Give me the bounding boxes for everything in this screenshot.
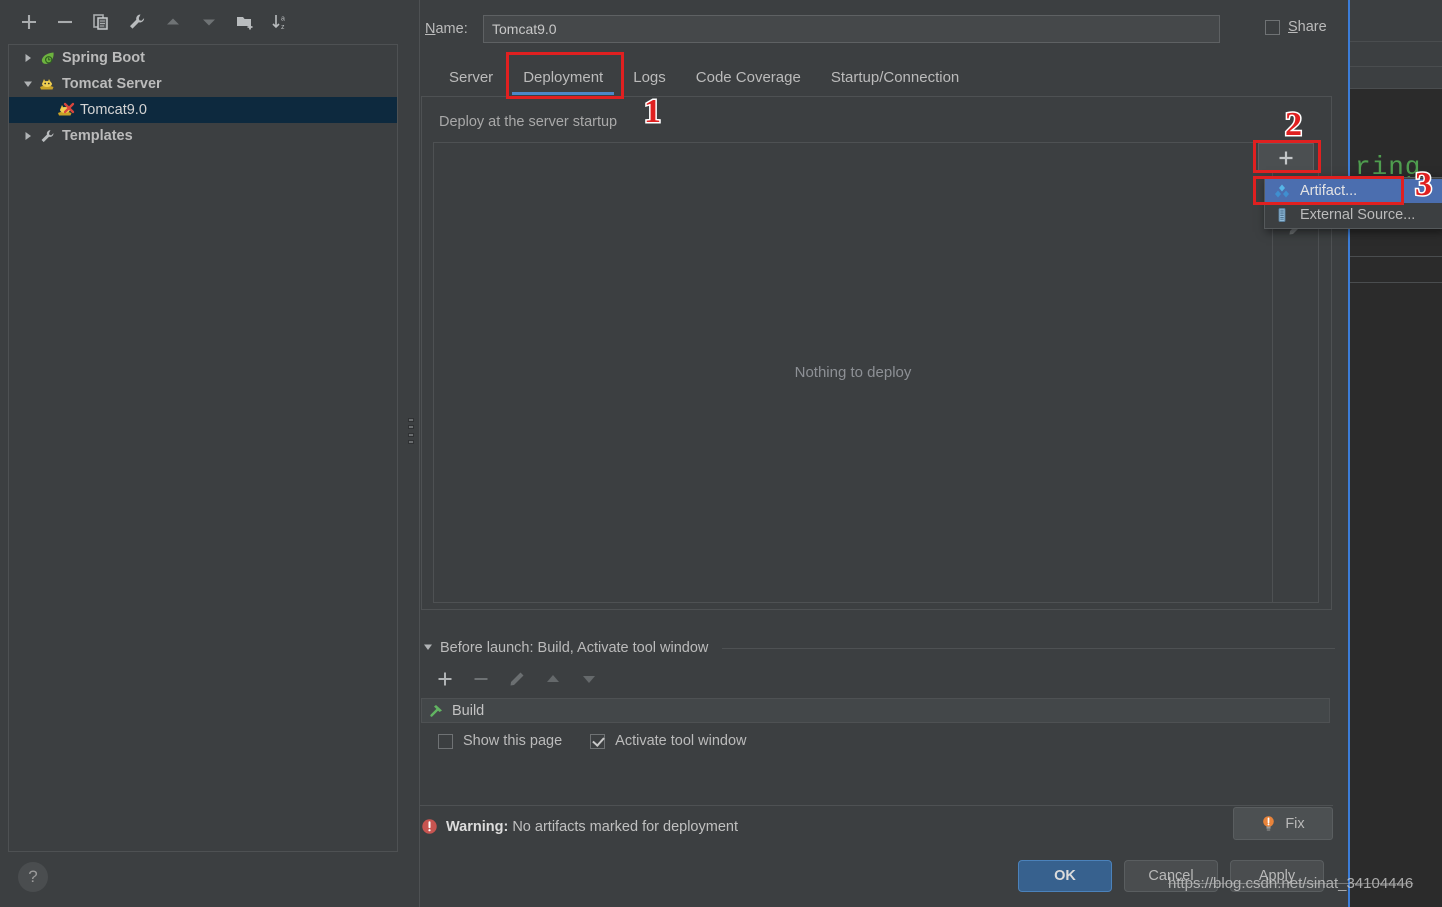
- warning-prefix: Warning:: [446, 819, 508, 835]
- footer-divider: [420, 805, 1333, 806]
- new-folder-icon[interactable]: [234, 11, 256, 33]
- activate-tool-window-checkbox[interactable]: [590, 734, 605, 749]
- tab-server[interactable]: Server: [434, 60, 508, 95]
- share-checkbox-row[interactable]: Share: [1265, 19, 1327, 35]
- tab-startup-connection[interactable]: Startup/Connection: [816, 60, 974, 95]
- wrench-icon[interactable]: [126, 11, 148, 33]
- sort-az-icon[interactable]: a z: [270, 11, 292, 33]
- add-deployment-button[interactable]: [1258, 143, 1314, 172]
- fix-button-label: Fix: [1285, 816, 1304, 832]
- tab-logs[interactable]: Logs: [618, 60, 681, 95]
- deployment-group-title: Deploy at the server startup: [432, 114, 624, 130]
- before-launch-rule: [722, 648, 1335, 649]
- deployment-artifacts-list[interactable]: Nothing to deploy: [433, 142, 1273, 603]
- hammer-icon: [428, 702, 445, 719]
- configuration-tabs[interactable]: Server Deployment Logs Code Coverage Sta…: [434, 60, 974, 95]
- menu-item-external-source[interactable]: External Source...: [1265, 203, 1442, 227]
- configuration-editor-panel: Name: Share Server Deployment Logs Code …: [420, 0, 1348, 907]
- external-source-icon: [1273, 207, 1291, 223]
- tomcat-error-icon: [55, 101, 75, 119]
- tomcat-cat-icon: [37, 75, 57, 93]
- show-this-page-checkbox[interactable]: [438, 734, 453, 749]
- chevron-right-icon[interactable]: [19, 131, 37, 141]
- run-configurations-sidebar: a z Spring Boot: [0, 0, 406, 907]
- sidebar-toolbar: a z: [0, 0, 424, 44]
- tree-item-templates[interactable]: Templates: [9, 123, 397, 149]
- svg-text:a: a: [281, 16, 285, 23]
- editor-background: [1349, 0, 1442, 907]
- wrench-icon: [37, 127, 57, 145]
- chevron-right-icon[interactable]: [19, 53, 37, 63]
- name-row: Name:: [425, 14, 1343, 44]
- fix-bulb-icon: [1261, 815, 1276, 832]
- panel-splitter[interactable]: [406, 0, 420, 907]
- menu-item-label: External Source...: [1300, 207, 1415, 223]
- share-checkbox[interactable]: [1265, 20, 1280, 35]
- tree-item-tomcat9[interactable]: Tomcat9.0: [9, 97, 397, 123]
- cancel-button[interactable]: Cancel: [1124, 860, 1218, 892]
- before-launch-checkboxes: Show this page Activate tool window: [420, 733, 1335, 749]
- warning-message: No artifacts marked for deployment: [512, 819, 738, 835]
- warning-error-icon: [421, 818, 438, 835]
- before-launch-section: Before launch: Build, Activate tool wind…: [420, 640, 1335, 749]
- show-this-page-label: Show this page: [463, 733, 562, 749]
- help-button[interactable]: ?: [18, 862, 48, 892]
- editor-divider-line: [1349, 41, 1442, 42]
- move-task-up-icon[interactable]: [542, 668, 564, 690]
- chevron-down-icon[interactable]: [19, 79, 37, 89]
- tree-item-tomcat-server[interactable]: Tomcat Server: [9, 71, 397, 97]
- remove-configuration-icon[interactable]: [54, 11, 76, 33]
- name-label: Name:: [425, 21, 483, 37]
- move-up-icon[interactable]: [162, 11, 184, 33]
- ok-button[interactable]: OK: [1018, 860, 1112, 892]
- dialog-edge-highlight: [1348, 0, 1350, 907]
- before-launch-toolbar: [420, 664, 1335, 694]
- add-deployment-popup-menu[interactable]: Artifact... External Source...: [1264, 177, 1442, 229]
- tree-item-label: Tomcat Server: [62, 76, 162, 92]
- add-configuration-icon[interactable]: [18, 11, 40, 33]
- tree-item-spring-boot[interactable]: Spring Boot: [9, 45, 397, 71]
- menu-item-label: Artifact...: [1300, 183, 1357, 199]
- before-launch-task-list[interactable]: Build: [421, 698, 1330, 723]
- move-task-down-icon[interactable]: [578, 668, 600, 690]
- fix-button[interactable]: Fix: [1233, 807, 1333, 840]
- help-button-label: ?: [28, 867, 37, 887]
- configurations-tree[interactable]: Spring Boot Tomcat Server: [8, 44, 398, 852]
- task-label: Build: [452, 703, 484, 719]
- remove-task-icon[interactable]: [470, 668, 492, 690]
- before-launch-header[interactable]: Before launch: Build, Activate tool wind…: [420, 640, 1335, 656]
- before-launch-title: Before launch: Build, Activate tool wind…: [440, 640, 708, 656]
- artifact-icon: [1273, 183, 1291, 199]
- activate-tool-window-label: Activate tool window: [615, 733, 746, 749]
- editor-divider-line: [1349, 256, 1442, 257]
- add-task-icon[interactable]: [434, 668, 456, 690]
- tree-item-label: Tomcat9.0: [80, 102, 147, 118]
- editor-divider-line: [1349, 66, 1442, 67]
- splitter-grip-handle[interactable]: [406, 418, 416, 444]
- tree-item-label: Spring Boot: [62, 50, 145, 66]
- editor-top-stripe: [1349, 0, 1442, 89]
- apply-button[interactable]: Apply: [1230, 860, 1324, 892]
- edit-task-icon[interactable]: [506, 668, 528, 690]
- move-down-icon[interactable]: [198, 11, 220, 33]
- dialog-buttons: OK Cancel Apply: [1018, 860, 1324, 892]
- tab-code-coverage[interactable]: Code Coverage: [681, 60, 816, 95]
- share-label: Share: [1288, 19, 1327, 35]
- warning-text: Warning: No artifacts marked for deploym…: [446, 819, 738, 835]
- svg-text:z: z: [281, 24, 285, 31]
- editor-divider-line: [1349, 282, 1442, 283]
- tree-item-label: Templates: [62, 128, 133, 144]
- collapse-triangle-icon[interactable]: [423, 640, 433, 656]
- tab-deployment[interactable]: Deployment: [508, 60, 618, 95]
- menu-item-artifact[interactable]: Artifact...: [1265, 179, 1442, 203]
- copy-configuration-icon[interactable]: [90, 11, 112, 33]
- warning-row: Warning: No artifacts marked for deploym…: [420, 818, 1334, 835]
- spring-leaf-icon: [37, 49, 57, 67]
- name-input[interactable]: [483, 15, 1220, 43]
- nothing-to-deploy-message: Nothing to deploy: [434, 143, 1272, 602]
